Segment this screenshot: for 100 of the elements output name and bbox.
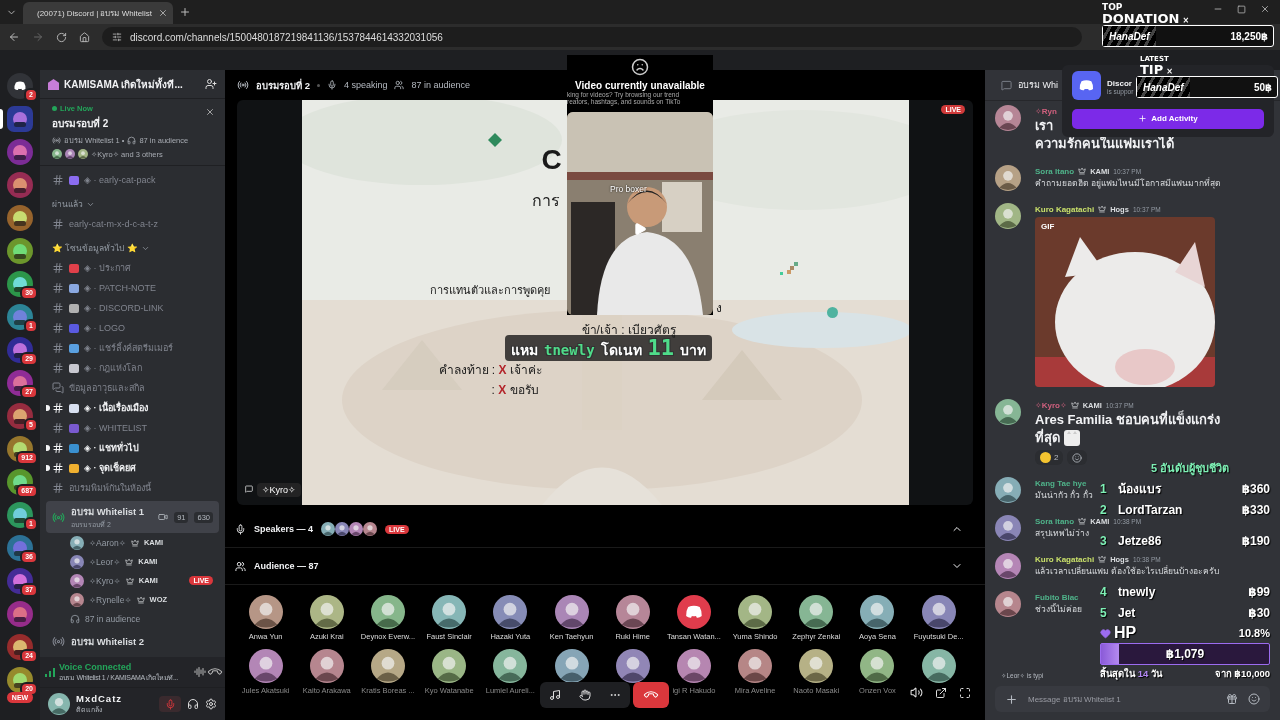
discord-logo-icon xyxy=(1072,71,1101,100)
channel-item[interactable]: ◈ · DISCORD-LINK xyxy=(46,298,219,318)
audience-header[interactable]: Audience — 87 xyxy=(254,561,319,571)
donation-amount: ฿99 xyxy=(1248,584,1270,599)
reaction-button[interactable]: 2 xyxy=(1035,450,1064,465)
channel-item[interactable]: ◈ · แชททั่วไป xyxy=(46,438,219,458)
member-name[interactable]: ✧Aaron✧ xyxy=(89,537,126,548)
site-info-icon[interactable] xyxy=(112,32,122,42)
users-icon xyxy=(235,560,246,572)
close-mark[interactable]: × xyxy=(1182,17,1190,25)
user-avatar xyxy=(65,149,75,159)
channel-item[interactable]: ◈ · ประกาศ xyxy=(46,258,219,278)
browser-tab[interactable]: (20071) Discord | อบรม Whitelist xyxy=(23,2,173,24)
home-icon[interactable] xyxy=(79,31,90,43)
signal-icon xyxy=(44,666,56,678)
channel-item[interactable]: ◈ · กฎแห่งโลก xyxy=(46,358,219,378)
hash-icon xyxy=(52,282,64,294)
category-label[interactable]: ⭐ โซนข้อมูลทั่วไป ⭐ xyxy=(52,241,138,255)
headphones-icon[interactable] xyxy=(187,698,199,710)
author-name[interactable]: ✧Ryn xyxy=(1035,106,1057,116)
author-name[interactable]: Sora Itano xyxy=(1035,516,1075,526)
disconnect-icon[interactable] xyxy=(209,666,221,678)
close-icon[interactable] xyxy=(205,107,215,117)
channel-item[interactable]: ข้อมูลอาวุธและสกิล xyxy=(46,378,219,398)
server-icon[interactable] xyxy=(7,172,33,198)
speakers-header[interactable]: Speakers — 4 xyxy=(254,524,314,534)
member-name[interactable]: ✧Leor✧ xyxy=(89,556,121,567)
channel-item[interactable]: ◈ · แชร์ลิ้งค์สตรีมเมอร์ xyxy=(46,338,219,358)
hang-up-button[interactable] xyxy=(633,682,669,708)
server-icon[interactable] xyxy=(7,238,33,264)
user-avatar xyxy=(995,105,1021,131)
donation-title: DONATION xyxy=(1102,12,1180,25)
server-name[interactable]: KAMISAMA เกิดใหม่ทั้งที... xyxy=(64,76,200,92)
user-avatar xyxy=(349,522,364,536)
add-reaction-button[interactable] xyxy=(1067,450,1088,465)
hash-icon xyxy=(52,362,64,374)
settings-icon[interactable] xyxy=(205,698,217,710)
channel-item[interactable]: ◈ · early-cat-pack xyxy=(46,170,219,190)
hp-percent: 10.8% xyxy=(1238,627,1270,639)
author-name[interactable]: Kuro Kagatachi xyxy=(1035,204,1095,214)
channel-item[interactable]: ◈ · LOGO xyxy=(46,318,219,338)
message-input[interactable]: Message อบรม Whitelist 1 xyxy=(995,686,1270,712)
stage-channel[interactable]: อบรม Whitelist 2 xyxy=(46,631,219,652)
new-tab-icon[interactable] xyxy=(179,6,191,18)
user-avatar xyxy=(321,522,336,536)
live-title: อบรมรอบที่ 2 xyxy=(52,116,110,131)
channel-item[interactable]: ◈ · WHITELIST xyxy=(46,418,219,438)
hand-icon[interactable] xyxy=(579,689,591,701)
video-icon xyxy=(158,512,169,522)
channel-item[interactable]: early-cat-m-x-d-c-a-t-z xyxy=(46,214,219,234)
member-name[interactable]: ✧Kyro✧ xyxy=(89,575,121,586)
fullscreen-icon[interactable] xyxy=(959,686,971,699)
screen-icon xyxy=(245,485,253,493)
user-avatar xyxy=(995,553,1021,579)
mute-button[interactable] xyxy=(159,696,181,712)
channel-item[interactable]: อบรมพิมพ์กันในห้องนี้ xyxy=(46,478,219,498)
message-text: สรุปเทพไม่ว่าง xyxy=(1035,527,1089,539)
donation-amount: ฿30 xyxy=(1248,605,1270,620)
server-icon[interactable] xyxy=(7,502,33,528)
user-avatar xyxy=(738,595,773,629)
author-name[interactable]: ✧Kyro✧ xyxy=(1035,400,1067,410)
add-activity-button[interactable]: Add Activity xyxy=(1072,108,1264,129)
role-icon xyxy=(136,595,145,604)
stage-icon xyxy=(52,510,65,524)
user-avatar xyxy=(995,477,1021,503)
user-avatar xyxy=(676,649,711,683)
author-name[interactable]: Sora Itano xyxy=(1035,166,1075,176)
maximize-icon[interactable] xyxy=(1237,4,1246,14)
server-icon[interactable] xyxy=(7,73,33,99)
pop-out-icon[interactable] xyxy=(935,686,947,699)
category-label[interactable]: ผ่านแล้ว xyxy=(52,197,83,211)
back-icon[interactable] xyxy=(8,31,20,43)
audience-count: 87 in audience xyxy=(85,613,141,624)
channel-item[interactable]: ◈ · จุดเช็คยศ xyxy=(46,458,219,478)
hash-icon xyxy=(52,422,64,434)
heart-icon xyxy=(1100,627,1111,639)
author-name[interactable]: Kang Tae hye xyxy=(1035,478,1087,488)
server-icon[interactable] xyxy=(7,403,33,429)
author-name[interactable]: Kuro Kagatachi xyxy=(1035,554,1095,564)
user-avatar xyxy=(70,592,84,607)
author-name[interactable]: Fubito Blac xyxy=(1035,592,1079,602)
server-icon[interactable] xyxy=(7,205,33,231)
member-name[interactable]: ✧Rynelle✧ xyxy=(89,594,132,605)
close-mark[interactable]: × xyxy=(1166,68,1173,76)
reload-icon[interactable] xyxy=(56,31,67,43)
invite-icon[interactable] xyxy=(205,78,217,90)
close-icon[interactable] xyxy=(1260,4,1270,14)
close-icon[interactable] xyxy=(157,8,168,18)
rank-number: 3 xyxy=(1100,533,1108,548)
user-avatar xyxy=(615,649,650,683)
channel-item[interactable]: ◈ · PATCH-NOTE xyxy=(46,278,219,298)
volume-icon[interactable] xyxy=(910,686,923,699)
message-text: ที่สุด xyxy=(1035,429,1060,447)
user-avatar xyxy=(995,591,1021,617)
hash-icon xyxy=(52,442,64,454)
address-field[interactable]: discord.com/channels/1500480187219841136/1537844614332031056 xyxy=(102,27,1082,47)
channel-item[interactable]: ◈ · เนื้อเรื่องเมือง xyxy=(46,398,219,418)
hash-icon xyxy=(52,218,64,230)
emoji-icon xyxy=(1248,693,1260,705)
user-avatar xyxy=(493,649,528,683)
